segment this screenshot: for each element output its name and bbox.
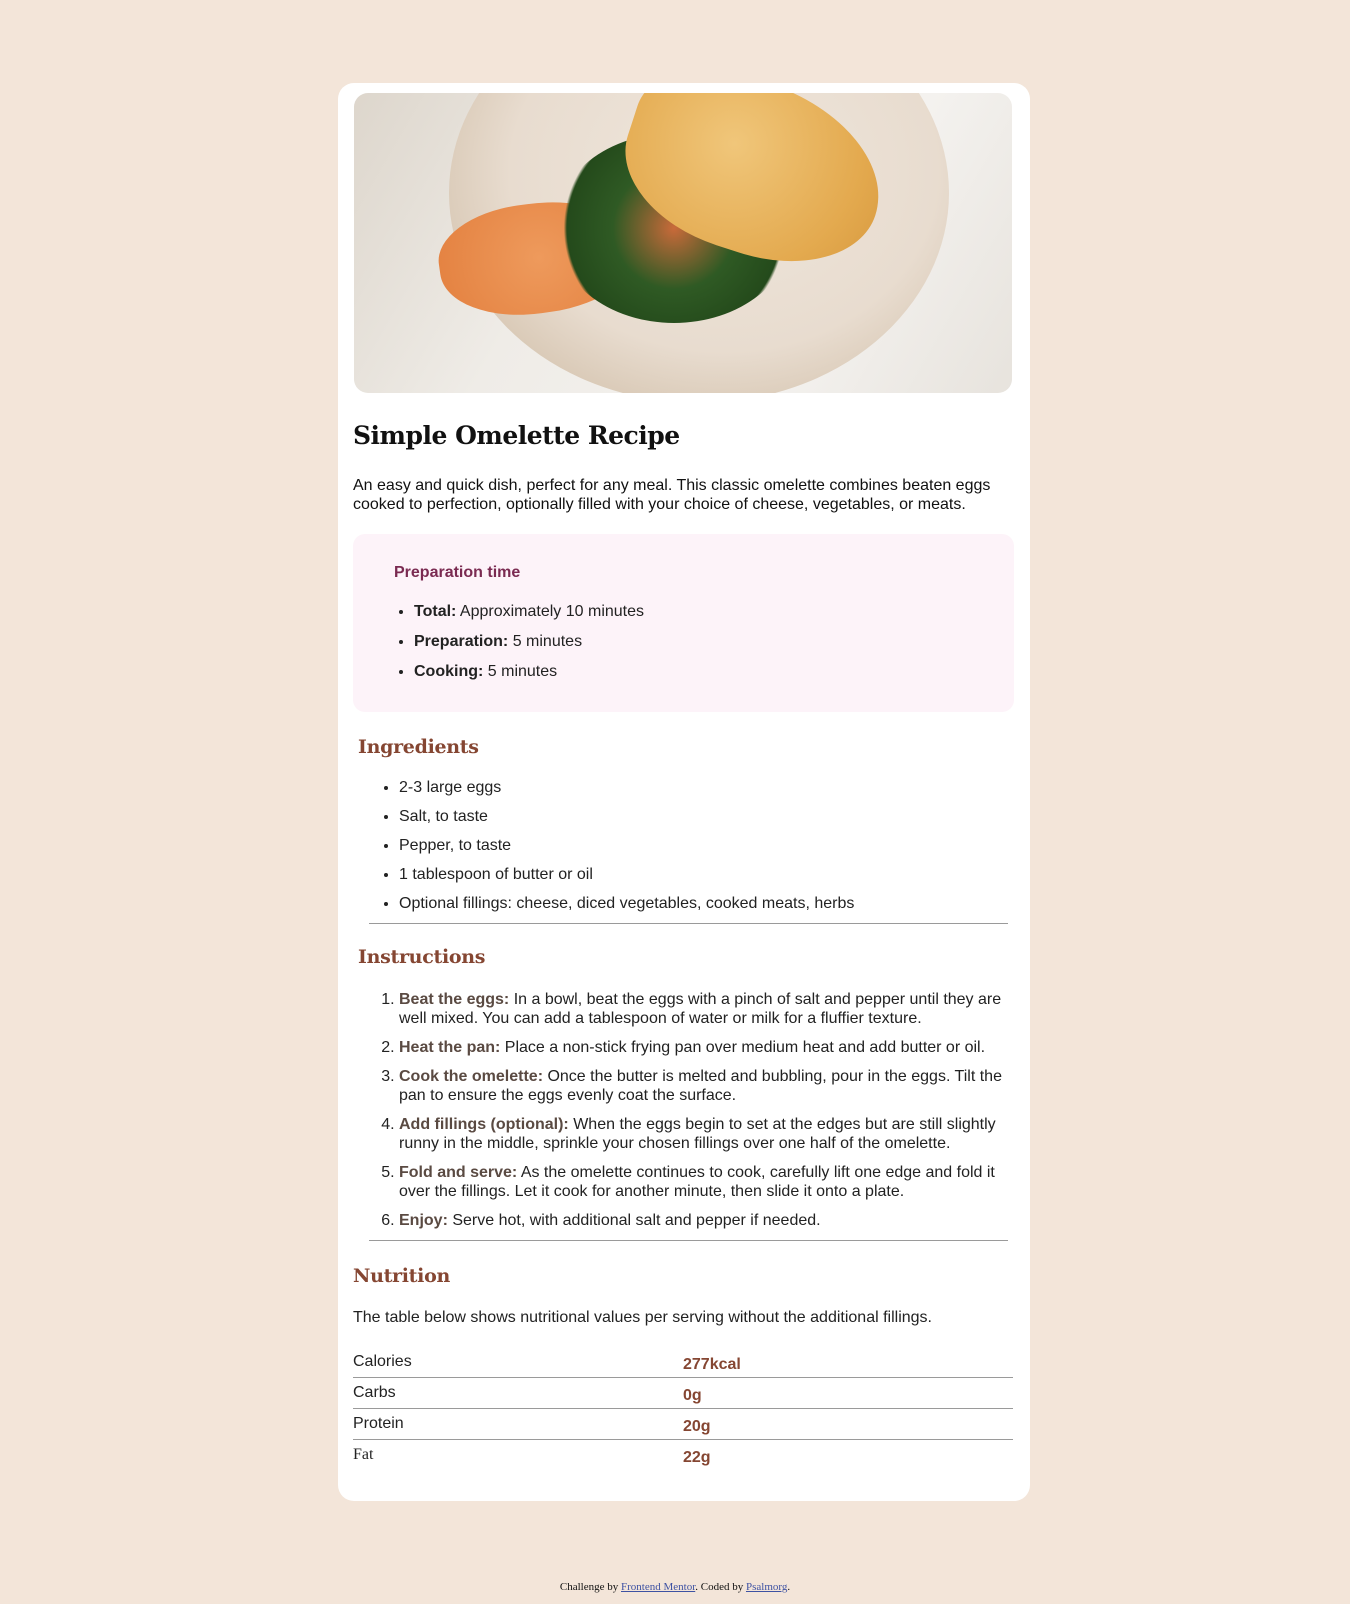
step-label: Beat the eggs: (399, 991, 510, 1008)
preparation-time-box: Preparation time Total: Approximately 10… (353, 534, 1014, 712)
prep-value: Approximately 10 minutes (456, 603, 645, 620)
prep-label: Cooking: (414, 663, 484, 680)
recipe-intro: An easy and quick dish, perfect for any … (353, 477, 991, 513)
list-item: Total: Approximately 10 minutes (414, 602, 974, 621)
list-item: Cooking: 5 minutes (414, 662, 974, 681)
nutrient-name: Calories (353, 1347, 683, 1378)
step-label: Add fillings (optional): (399, 1116, 569, 1133)
prep-label: Preparation: (414, 633, 509, 650)
list-item: Beat the eggs: In a bowl, beat the eggs … (399, 990, 1014, 1028)
prep-label: Total: (414, 603, 457, 620)
list-item: Add fillings (optional): When the eggs b… (399, 1115, 1014, 1153)
nutrition-section: Nutrition The table below shows nutritio… (350, 1265, 1014, 1470)
step-label: Enjoy: (399, 1212, 448, 1229)
divider (369, 1240, 1008, 1241)
step-label: Fold and serve: (399, 1164, 518, 1181)
nutrient-value: 277kcal (683, 1347, 1013, 1378)
nutrition-heading: Nutrition (353, 1265, 450, 1287)
instructions-section: Instructions Beat the eggs: In a bowl, b… (350, 946, 1014, 1230)
nutrient-name: Protein (353, 1408, 683, 1440)
step-label: Heat the pan: (399, 1039, 501, 1056)
nutrient-name: Carbs (353, 1377, 683, 1409)
table-row: Fat 22g (353, 1440, 1013, 1471)
prep-value: 5 minutes (508, 633, 583, 650)
footer-text: . (787, 1581, 791, 1593)
nutrient-value: 0g (683, 1377, 1013, 1409)
nutrient-value: 20g (683, 1408, 1013, 1440)
table-row: Protein 20g (353, 1408, 1013, 1440)
author-link[interactable]: Psalmorg (746, 1581, 787, 1593)
list-item: Optional fillings: cheese, diced vegetab… (399, 894, 1014, 913)
instructions-heading: Instructions (358, 946, 486, 968)
footer-text: . Coded by (695, 1581, 746, 1593)
omelette-image (354, 93, 1012, 393)
prep-title: Preparation time (394, 564, 521, 581)
divider (369, 923, 1008, 924)
footer-text: Challenge by (559, 1581, 621, 1593)
list-item: Preparation: 5 minutes (414, 632, 974, 651)
list-item: Heat the pan: Place a non-stick frying p… (399, 1038, 1014, 1057)
list-item: Enjoy: Serve hot, with additional salt a… (399, 1211, 1014, 1230)
table-row: Carbs 0g (353, 1377, 1013, 1409)
step-text: Place a non-stick frying pan over medium… (500, 1039, 986, 1056)
nutrient-name: Fat (353, 1446, 374, 1463)
step-text: Serve hot, with additional salt and pepp… (447, 1212, 821, 1229)
nutrition-description: The table below shows nutritional values… (353, 1309, 932, 1326)
recipe-card: Simple Omelette Recipe An easy and quick… (338, 83, 1030, 1501)
frontend-mentor-link[interactable]: Frontend Mentor (621, 1581, 695, 1593)
step-label: Cook the omelette: (399, 1068, 544, 1085)
ingredients-section: Ingredients 2-3 large eggs Salt, to tast… (350, 736, 1014, 913)
page-title: Simple Omelette Recipe (353, 421, 680, 450)
attribution-footer: Challenge by Frontend Mentor. Coded by P… (0, 1581, 1350, 1593)
list-item: Fold and serve: As the omelette continue… (399, 1163, 1014, 1201)
prep-value: 5 minutes (483, 663, 558, 680)
ingredients-heading: Ingredients (358, 736, 479, 758)
list-item: Salt, to taste (399, 807, 1014, 826)
list-item: 1 tablespoon of butter or oil (399, 865, 1014, 884)
list-item: Pepper, to taste (399, 836, 1014, 855)
nutrition-table: Calories 277kcal Carbs 0g Protein 20g Fat 22… (353, 1347, 1013, 1470)
list-item: Cook the omelette: Once the butter is me… (399, 1067, 1014, 1105)
nutrient-value: 22g (683, 1449, 711, 1466)
table-row: Calories 277kcal (353, 1347, 1013, 1378)
list-item: 2-3 large eggs (399, 778, 1014, 797)
